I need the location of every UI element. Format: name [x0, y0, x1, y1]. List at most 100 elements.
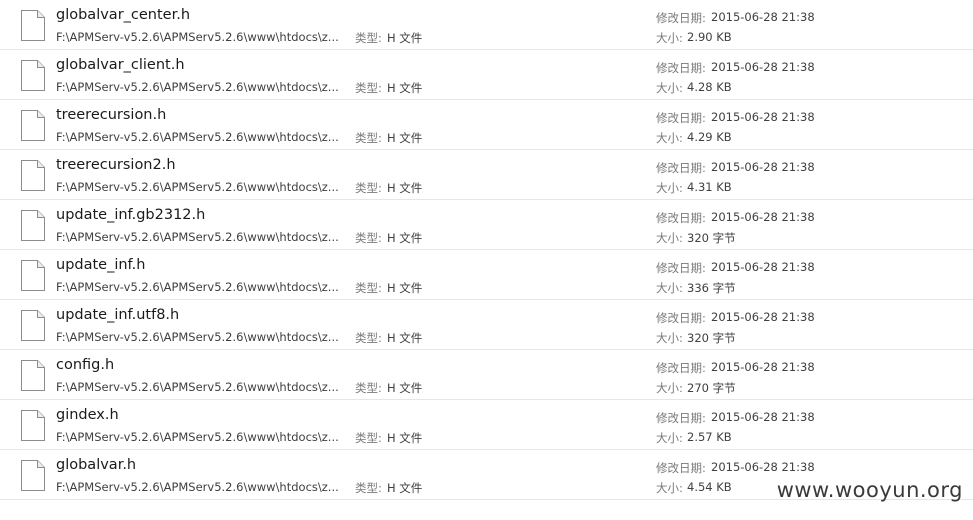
watermark: www.wooyun.org [776, 478, 963, 502]
document-icon [20, 309, 46, 342]
modified-label: 修改日期: [656, 311, 706, 325]
file-name[interactable]: globalvar_client.h [56, 57, 185, 73]
file-size: 2.57 KB [687, 430, 732, 444]
file-size: 2.90 KB [687, 30, 732, 44]
type-label: 类型: [355, 231, 382, 245]
document-icon [20, 209, 46, 242]
file-path: F:\APMServ-v5.2.6\APMServ5.2.6\www\htdoc… [56, 480, 339, 494]
file-name[interactable]: update_inf.utf8.h [56, 307, 179, 323]
modified-date: 2015-06-28 21:38 [711, 460, 815, 474]
file-type: H 文件 [387, 381, 423, 395]
file-path: F:\APMServ-v5.2.6\APMServ5.2.6\www\htdoc… [56, 330, 339, 344]
file-type: H 文件 [387, 281, 423, 295]
file-size: 270 字节 [687, 381, 736, 395]
file-type: H 文件 [387, 31, 423, 45]
type-label: 类型: [355, 331, 382, 345]
file-row[interactable]: gindex.h F:\APMServ-v5.2.6\APMServ5.2.6\w… [0, 400, 973, 450]
file-name[interactable]: treerecursion2.h [56, 157, 176, 173]
modified-date: 2015-06-28 21:38 [711, 210, 815, 224]
document-icon [20, 159, 46, 192]
modified-date: 2015-06-28 21:38 [711, 310, 815, 324]
modified-label: 修改日期: [656, 61, 706, 75]
file-size: 4.29 KB [687, 130, 732, 144]
file-type: H 文件 [387, 181, 423, 195]
modified-label: 修改日期: [656, 11, 706, 25]
document-icon [20, 9, 46, 42]
type-label: 类型: [355, 181, 382, 195]
file-type: H 文件 [387, 481, 423, 495]
size-label: 大小: [656, 31, 683, 45]
modified-date: 2015-06-28 21:38 [711, 360, 815, 374]
size-label: 大小: [656, 231, 683, 245]
file-type: H 文件 [387, 331, 423, 345]
file-row[interactable]: config.h F:\APMServ-v5.2.6\APMServ5.2.6\w… [0, 350, 973, 400]
document-icon [20, 459, 46, 492]
modified-date: 2015-06-28 21:38 [711, 160, 815, 174]
file-type: H 文件 [387, 131, 423, 145]
file-name[interactable]: update_inf.gb2312.h [56, 207, 205, 223]
modified-date: 2015-06-28 21:38 [711, 60, 815, 74]
document-icon [20, 409, 46, 442]
file-size: 336 字节 [687, 281, 736, 295]
file-list: globalvar_center.h F:\APMServ-v5.2.6\APMS… [0, 0, 973, 500]
type-label: 类型: [355, 81, 382, 95]
type-label: 类型: [355, 481, 382, 495]
modified-date: 2015-06-28 21:38 [711, 110, 815, 124]
file-row[interactable]: update_inf.h F:\APMServ-v5.2.6\APMServ5.2… [0, 250, 973, 300]
modified-date: 2015-06-28 21:38 [711, 10, 815, 24]
file-path: F:\APMServ-v5.2.6\APMServ5.2.6\www\htdoc… [56, 380, 339, 394]
file-name[interactable]: update_inf.h [56, 257, 145, 273]
file-name[interactable]: globalvar.h [56, 457, 136, 473]
file-path: F:\APMServ-v5.2.6\APMServ5.2.6\www\htdoc… [56, 430, 339, 444]
document-icon [20, 259, 46, 292]
modified-label: 修改日期: [656, 411, 706, 425]
size-label: 大小: [656, 381, 683, 395]
modified-label: 修改日期: [656, 211, 706, 225]
modified-label: 修改日期: [656, 261, 706, 275]
file-path: F:\APMServ-v5.2.6\APMServ5.2.6\www\htdoc… [56, 30, 339, 44]
type-label: 类型: [355, 431, 382, 445]
size-label: 大小: [656, 281, 683, 295]
file-size: 320 字节 [687, 231, 736, 245]
file-name[interactable]: gindex.h [56, 407, 119, 423]
file-size: 320 字节 [687, 331, 736, 345]
file-row[interactable]: update_inf.gb2312.h F:\APMServ-v5.2.6\APM… [0, 200, 973, 250]
size-label: 大小: [656, 131, 683, 145]
file-row[interactable]: globalvar_client.h F:\APMServ-v5.2.6\APMS… [0, 50, 973, 100]
size-label: 大小: [656, 81, 683, 95]
file-row[interactable]: treerecursion.h F:\APMServ-v5.2.6\APMServ… [0, 100, 973, 150]
file-row[interactable]: globalvar_center.h F:\APMServ-v5.2.6\APMS… [0, 0, 973, 50]
type-label: 类型: [355, 31, 382, 45]
file-type: H 文件 [387, 81, 423, 95]
size-label: 大小: [656, 181, 683, 195]
type-label: 类型: [355, 281, 382, 295]
file-name[interactable]: globalvar_center.h [56, 7, 190, 23]
document-icon [20, 359, 46, 392]
file-path: F:\APMServ-v5.2.6\APMServ5.2.6\www\htdoc… [56, 180, 339, 194]
type-label: 类型: [355, 381, 382, 395]
document-icon [20, 109, 46, 142]
file-name[interactable]: config.h [56, 357, 114, 373]
file-name[interactable]: treerecursion.h [56, 107, 166, 123]
file-type: H 文件 [387, 231, 423, 245]
modified-label: 修改日期: [656, 361, 706, 375]
modified-date: 2015-06-28 21:38 [711, 260, 815, 274]
modified-label: 修改日期: [656, 111, 706, 125]
size-label: 大小: [656, 331, 683, 345]
file-path: F:\APMServ-v5.2.6\APMServ5.2.6\www\htdoc… [56, 280, 339, 294]
file-size: 4.28 KB [687, 80, 732, 94]
file-path: F:\APMServ-v5.2.6\APMServ5.2.6\www\htdoc… [56, 80, 339, 94]
file-size: 4.54 KB [687, 480, 732, 494]
modified-label: 修改日期: [656, 461, 706, 475]
modified-label: 修改日期: [656, 161, 706, 175]
file-row[interactable]: treerecursion2.h F:\APMServ-v5.2.6\APMSer… [0, 150, 973, 200]
file-size: 4.31 KB [687, 180, 732, 194]
file-path: F:\APMServ-v5.2.6\APMServ5.2.6\www\htdoc… [56, 230, 339, 244]
file-path: F:\APMServ-v5.2.6\APMServ5.2.6\www\htdoc… [56, 130, 339, 144]
type-label: 类型: [355, 131, 382, 145]
file-row[interactable]: update_inf.utf8.h F:\APMServ-v5.2.6\APMSe… [0, 300, 973, 350]
size-label: 大小: [656, 431, 683, 445]
size-label: 大小: [656, 481, 683, 495]
modified-date: 2015-06-28 21:38 [711, 410, 815, 424]
document-icon [20, 59, 46, 92]
